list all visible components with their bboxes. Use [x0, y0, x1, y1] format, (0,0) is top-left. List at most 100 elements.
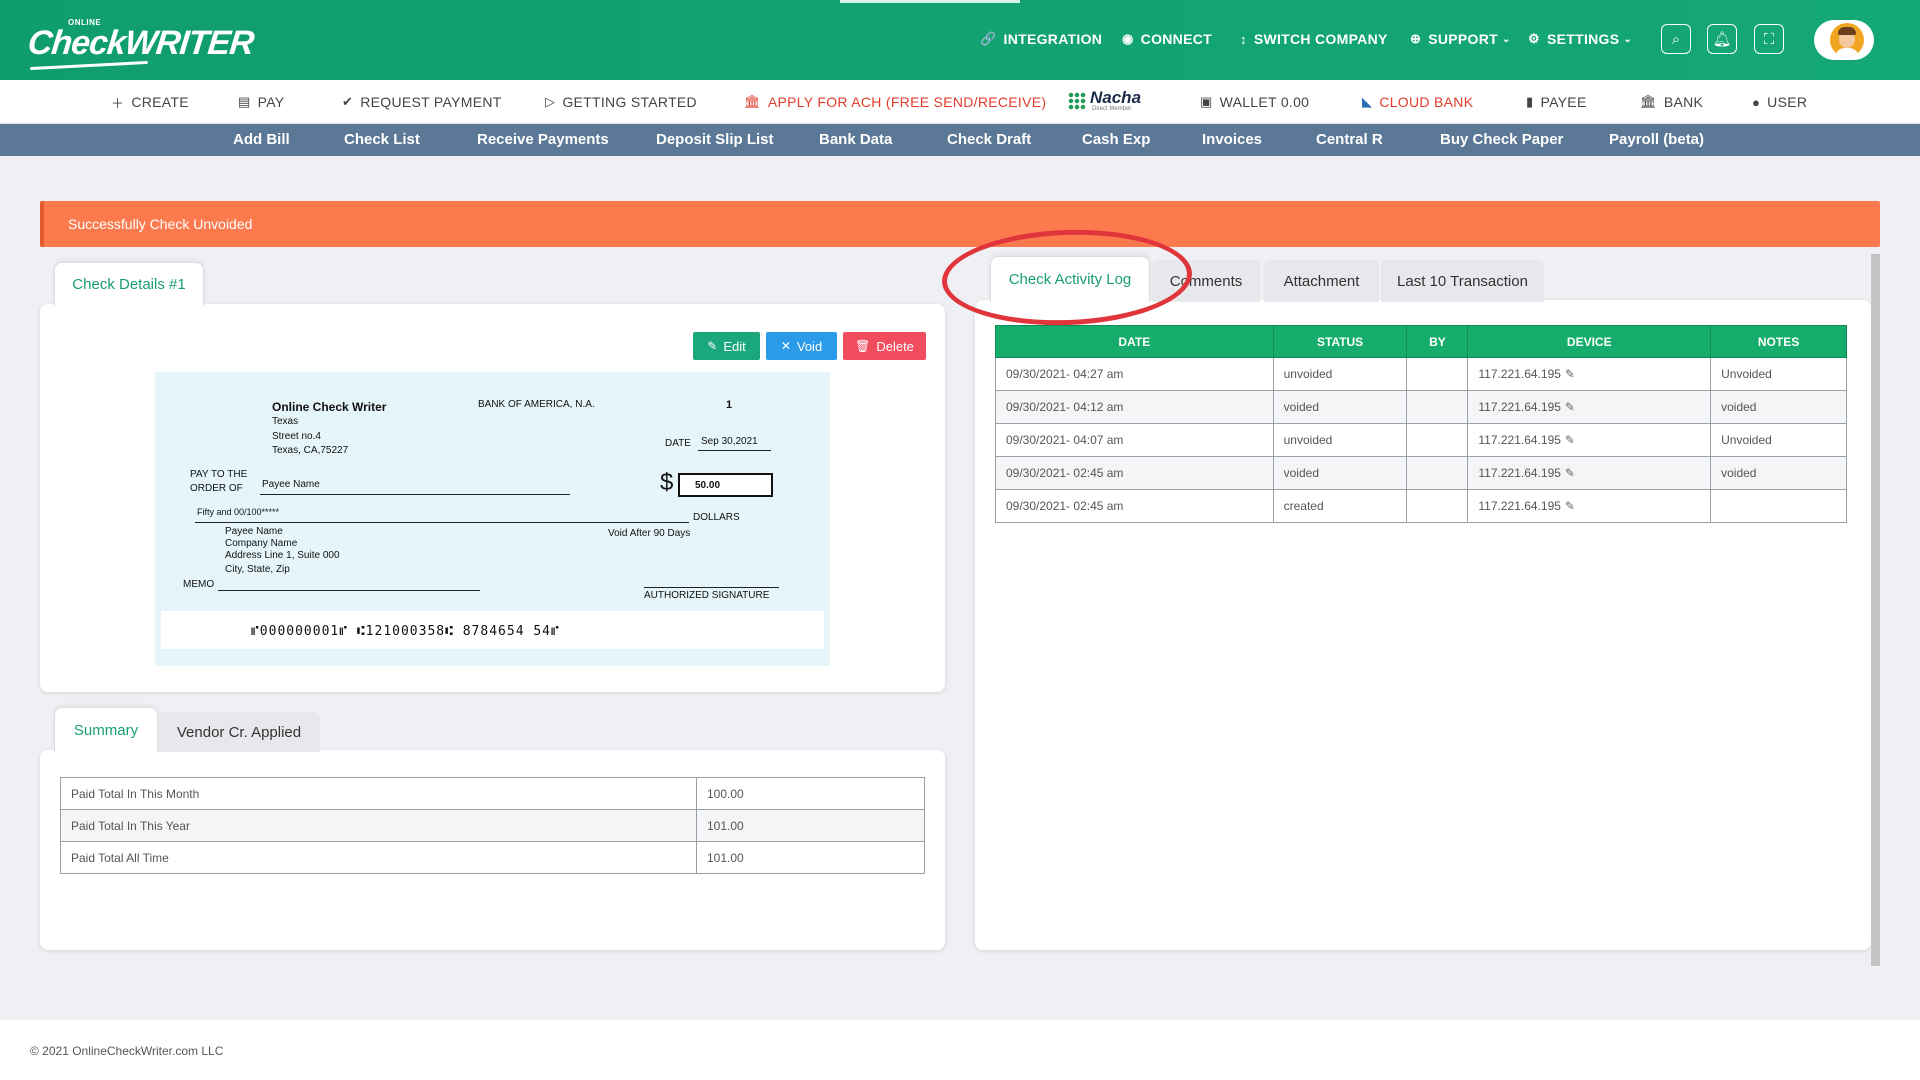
scrollbar[interactable]: [1871, 254, 1880, 966]
nav-integration[interactable]: 🔗 INTEGRATION: [980, 26, 1102, 52]
tab-summary-label: Summary: [73, 721, 139, 739]
nav-pay[interactable]: ▤ PAY: [238, 92, 284, 112]
cell-device: 117.221.64.195 ✎: [1467, 390, 1712, 424]
nav-bank[interactable]: 🏛︎ BANK: [1640, 92, 1703, 112]
summary-table: Paid Total In This Month 100.00 Paid Total…: [60, 777, 925, 874]
subnav-bank-data[interactable]: Bank Data: [819, 131, 892, 148]
notifications-button[interactable]: 🔔︎: [1707, 24, 1737, 54]
nav-switch-company[interactable]: ↕ SWITCH COMPANY: [1240, 26, 1388, 52]
edit-device-icon[interactable]: ✎: [1565, 466, 1575, 480]
cell-notes: Unvoided: [1710, 357, 1847, 391]
dollars-label: DOLLARS: [693, 512, 740, 523]
nav-user[interactable]: ● USER: [1752, 92, 1807, 112]
subnav-buy-check-paper[interactable]: Buy Check Paper: [1440, 131, 1563, 148]
check-payee-name: Payee Name: [262, 479, 320, 490]
delete-button[interactable]: 🗑︎ Delete: [843, 332, 926, 360]
edit-device-icon[interactable]: ✎: [1565, 400, 1575, 414]
edit-button[interactable]: ✎ Edit: [693, 332, 760, 360]
cell-by: [1406, 456, 1469, 490]
cell-date-text: 09/30/2021- 04:12 am: [1006, 400, 1124, 414]
nav-support[interactable]: ⊕ SUPPORT ⌄: [1410, 26, 1511, 52]
subnav-check-draft[interactable]: Check Draft: [947, 131, 1031, 148]
subnav-invoices[interactable]: Invoices: [1202, 131, 1262, 148]
summary-row: Paid Total In This Month 100.00: [60, 777, 925, 810]
nav-wallet[interactable]: ▣ WALLET 0.00: [1200, 92, 1309, 112]
nav-cloud-bank[interactable]: ◣ CLOUD BANK: [1362, 92, 1473, 112]
user-avatar[interactable]: [1814, 20, 1874, 60]
cell-status: voided: [1272, 456, 1408, 490]
nav-request-payment[interactable]: ✔ REQUEST PAYMENT: [342, 92, 502, 112]
amount-words-line: [195, 522, 689, 523]
footer-copyright: © 2021 OnlineCheckWriter.com LLC: [30, 1044, 224, 1058]
void-button[interactable]: ✕ Void: [766, 332, 837, 360]
payee-icon: ▮: [1526, 94, 1534, 109]
globe-icon: ⊕: [1410, 31, 1422, 46]
subnav-receive-payments[interactable]: Receive Payments: [477, 131, 609, 148]
nav-getting-started[interactable]: ▷ GETTING STARTED: [545, 92, 697, 112]
subnav-add-bill[interactable]: Add Bill: [233, 131, 290, 148]
nav-settings[interactable]: ⚙ SETTINGS ⌄: [1528, 26, 1632, 52]
edit-device-icon[interactable]: ✎: [1565, 367, 1575, 381]
tab-attachment[interactable]: Attachment: [1264, 260, 1379, 302]
nav-apply-ach-label: APPLY FOR ACH (FREE SEND/RECEIVE): [767, 94, 1047, 110]
subnav-payroll[interactable]: Payroll (beta): [1609, 131, 1704, 148]
summary-value: 101.00: [696, 841, 925, 874]
address-line-3: Address Line 1, Suite 000: [225, 550, 340, 561]
table-row: 09/30/2021- 02:45 am voided 117.221.64.195…: [995, 456, 1847, 490]
cell-by: [1406, 423, 1469, 457]
cell-date-text: 09/30/2021- 04:07 am: [1006, 433, 1124, 447]
cell-notes: voided: [1710, 456, 1847, 490]
tab-vendor-cr-applied[interactable]: Vendor Cr. Applied: [158, 712, 320, 752]
nacha-dots-icon: [1068, 92, 1086, 110]
table-row: 09/30/2021- 04:27 am unvoided 117.221.64.1…: [995, 357, 1847, 391]
cell-device: 117.221.64.195 ✎: [1467, 357, 1712, 391]
check-circle-icon: ✔: [342, 94, 354, 109]
play-icon: ▷: [545, 94, 556, 109]
subnav-check-list[interactable]: Check List: [344, 131, 420, 148]
bell-icon: 🔔︎: [1712, 31, 1732, 48]
nacha-logo[interactable]: Nacha Direct Member: [1068, 88, 1146, 116]
tab-check-details[interactable]: Check Details #1: [54, 262, 204, 306]
subnav-cash-exp[interactable]: Cash Exp: [1082, 131, 1150, 148]
nav-switch-company-label: SWITCH COMPANY: [1253, 31, 1388, 47]
summary-label: Paid Total In This Year: [60, 809, 697, 842]
cell-date: 09/30/2021- 02:45 am: [995, 456, 1274, 490]
cell-status: unvoided: [1272, 423, 1408, 457]
nav-settings-label: SETTINGS: [1546, 31, 1620, 47]
subnav-central-r[interactable]: Central R: [1316, 131, 1383, 148]
nav-connect[interactable]: ◉ CONNECT: [1122, 26, 1212, 52]
money-icon: ▤: [238, 94, 251, 109]
summary-label: Paid Total All Time: [60, 841, 697, 874]
fullscreen-button[interactable]: ⛶: [1754, 24, 1784, 54]
subnav-deposit-slip-list[interactable]: Deposit Slip List: [656, 131, 774, 148]
tab-last-10-transaction[interactable]: Last 10 Transaction: [1381, 260, 1544, 302]
cell-status: created: [1272, 489, 1408, 523]
check-date-label: DATE: [665, 438, 691, 449]
check-date-value: Sep 30,2021: [701, 436, 758, 447]
table-row: 09/30/2021- 02:45 am created 117.221.64.19…: [995, 489, 1847, 523]
cell-status-text: voided: [1283, 466, 1319, 480]
cell-device: 117.221.64.195 ✎: [1467, 423, 1712, 457]
nav-payee[interactable]: ▮ PAYEE: [1526, 92, 1587, 112]
cell-notes-text: Unvoided: [1721, 433, 1772, 447]
edit-device-icon[interactable]: ✎: [1565, 499, 1575, 513]
col-header-status: STATUS: [1272, 325, 1408, 358]
nav-create-label: CREATE: [131, 94, 189, 110]
nav-create[interactable]: ＋ CREATE: [111, 92, 189, 112]
edit-button-label: Edit: [723, 338, 746, 354]
search-button[interactable]: ⌕: [1661, 24, 1691, 54]
switch-arrows-icon: ↕: [1240, 31, 1247, 47]
gear-icon: ⚙: [1528, 31, 1540, 46]
tab-attachment-label: Attachment: [1283, 272, 1360, 290]
chevron-down-icon: ⌄: [1501, 33, 1511, 45]
check-company-name: Online Check Writer: [272, 400, 387, 414]
cell-notes: voided: [1710, 390, 1847, 424]
edit-device-icon[interactable]: ✎: [1565, 433, 1575, 447]
nav-getting-started-label: GETTING STARTED: [562, 94, 697, 110]
summary-row: Paid Total In This Year 101.00: [60, 809, 925, 842]
logo-text: CheckWRITER: [26, 24, 256, 62]
tab-summary[interactable]: Summary: [54, 707, 158, 752]
nav-apply-ach[interactable]: 🏛︎ APPLY FOR ACH (FREE SEND/RECEIVE): [744, 92, 1046, 112]
cell-date: 09/30/2021- 02:45 am: [995, 489, 1274, 523]
delete-button-label: Delete: [876, 338, 914, 354]
